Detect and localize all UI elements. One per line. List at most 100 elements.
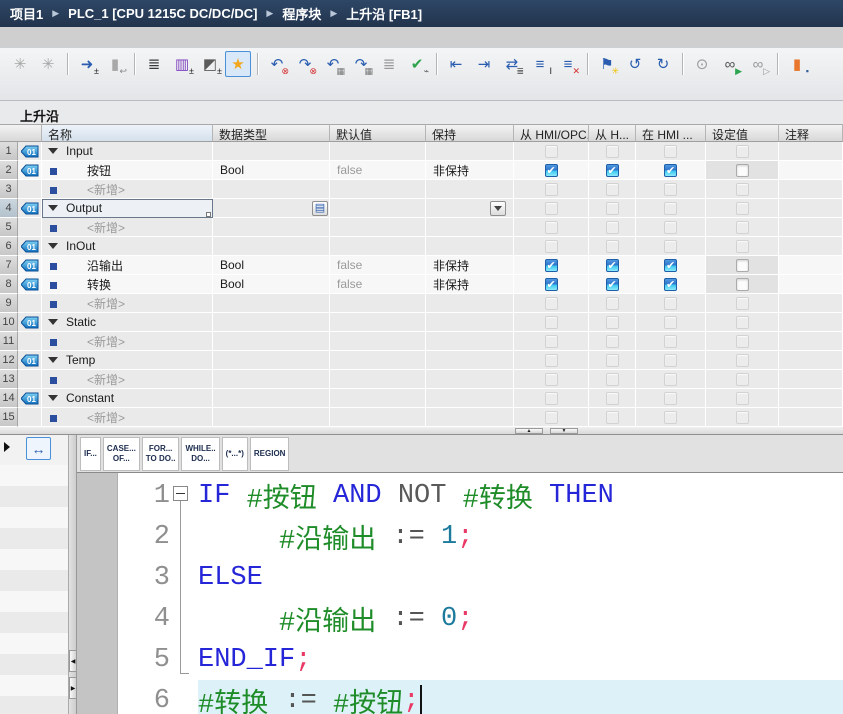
row-number[interactable]: 2 xyxy=(0,161,18,180)
name-cell[interactable]: InOut xyxy=(42,237,213,256)
add-new-placeholder[interactable]: <新增> xyxy=(87,295,125,312)
retain-cell[interactable]: 非保持 xyxy=(426,275,514,294)
code-line-6[interactable]: 6#转换 := #按钮; xyxy=(118,680,843,714)
undo-change-button[interactable]: ↶⊗ xyxy=(264,51,290,77)
retain-combo-button[interactable] xyxy=(490,201,506,216)
comment-cell[interactable] xyxy=(779,218,843,237)
default-value-cell[interactable] xyxy=(330,313,426,332)
bookmark-set-button[interactable]: ⚑✳ xyxy=(594,51,620,77)
name-cell[interactable]: 沿输出 xyxy=(42,256,213,275)
checkbox-checked[interactable] xyxy=(606,259,619,272)
redo-change-button[interactable]: ↷⊗ xyxy=(292,51,318,77)
checkbox-checked[interactable] xyxy=(664,164,677,177)
interface-table[interactable]: 101Input201按钮Boolfalse非保持3<新增>401Output▤… xyxy=(0,142,843,427)
column-header-6[interactable]: 从 H... xyxy=(589,124,636,142)
comment-cell[interactable] xyxy=(779,351,843,370)
row-number[interactable]: 10 xyxy=(0,313,18,332)
bookmark-next-button[interactable]: ↻ xyxy=(650,51,676,77)
default-value-cell[interactable] xyxy=(330,408,426,427)
checkbox-checked[interactable] xyxy=(606,164,619,177)
name-cell[interactable]: 转换 xyxy=(42,275,213,294)
code-line-1[interactable]: 1IF #按钮 AND NOT #转换 THEN xyxy=(118,475,843,516)
datatype-cell[interactable] xyxy=(213,180,330,199)
breadcrumb-item[interactable]: 项目1 xyxy=(10,4,43,23)
expand-triangle-icon[interactable] xyxy=(48,319,58,325)
checkbox-checked[interactable] xyxy=(664,259,677,272)
add-new-placeholder[interactable]: <新增> xyxy=(87,409,125,426)
code-text[interactable]: ELSE xyxy=(198,563,843,593)
add-new-placeholder[interactable]: <新增> xyxy=(87,181,125,198)
datatype-cell[interactable] xyxy=(213,294,330,313)
column-header-8[interactable]: 设定值 xyxy=(706,124,779,142)
datatype-cell[interactable] xyxy=(213,332,330,351)
comment-cell[interactable] xyxy=(779,237,843,256)
find-references-button[interactable]: ⊙ xyxy=(689,51,715,77)
comment-cell[interactable] xyxy=(779,161,843,180)
checkbox-checked[interactable] xyxy=(606,278,619,291)
name-cell[interactable]: <新增> xyxy=(42,180,213,199)
snippet-comment[interactable]: (*...*) xyxy=(222,437,248,471)
horizontal-splitter[interactable]: ▲ ▼ xyxy=(0,427,843,435)
datatype-cell[interactable] xyxy=(213,218,330,237)
code-text[interactable]: #沿输出 := 1; xyxy=(198,517,843,557)
default-value-cell[interactable] xyxy=(330,332,426,351)
datatype-cell[interactable] xyxy=(213,351,330,370)
comment-cell[interactable] xyxy=(779,275,843,294)
monitor-off-button[interactable]: ∞▷ xyxy=(745,51,771,77)
name-cell[interactable]: Static xyxy=(42,313,213,332)
tag-table-button[interactable]: ▥± xyxy=(169,51,195,77)
column-header-3[interactable]: 默认值 xyxy=(330,124,426,142)
selection-handle[interactable] xyxy=(206,212,211,217)
comment-cell[interactable] xyxy=(779,142,843,161)
default-value-cell[interactable] xyxy=(330,237,426,256)
collapse-right-button[interactable]: ▶ xyxy=(69,677,77,699)
variable-name[interactable]: 转换 xyxy=(87,276,111,293)
fold-collapse-icon[interactable] xyxy=(173,486,188,501)
default-value-cell[interactable]: false xyxy=(330,275,426,294)
checkbox-checked[interactable] xyxy=(545,278,558,291)
default-value-cell[interactable] xyxy=(330,218,426,237)
insert-network-button[interactable]: ✳ xyxy=(7,51,33,77)
snippet-for[interactable]: FOR... TO DO.. xyxy=(142,437,180,471)
clear-format-button[interactable]: ≡✕ xyxy=(555,51,581,77)
vertical-splitter[interactable]: ◀ ▶ xyxy=(68,435,77,714)
name-cell[interactable]: 按钮 xyxy=(42,161,213,180)
column-header-4[interactable]: 保持 xyxy=(426,124,514,142)
code-text[interactable]: #沿输出 := 0; xyxy=(198,599,843,639)
default-value-cell[interactable]: false xyxy=(330,161,426,180)
snippet-while[interactable]: WHILE.. DO... xyxy=(181,437,219,471)
compile-button[interactable]: ✔⌁ xyxy=(404,51,430,77)
datatype-cell[interactable]: Bool xyxy=(213,161,330,180)
name-cell[interactable]: <新增> xyxy=(42,370,213,389)
expand-triangle-icon[interactable] xyxy=(48,205,58,211)
retain-cell[interactable] xyxy=(426,313,514,332)
comment-cell[interactable] xyxy=(779,199,843,218)
default-value-cell[interactable] xyxy=(330,389,426,408)
row-number[interactable]: 8 xyxy=(0,275,18,294)
default-value-cell[interactable] xyxy=(330,294,426,313)
open-call-button[interactable]: ➜± xyxy=(74,51,100,77)
expand-triangle-icon[interactable] xyxy=(48,357,58,363)
split-editor-button[interactable]: ↔ xyxy=(26,437,51,460)
retain-cell[interactable]: 非保持 xyxy=(426,161,514,180)
collapse-left-button[interactable]: ◀ xyxy=(69,650,77,672)
code-area[interactable]: 1IF #按钮 AND NOT #转换 THEN2 #沿输出 := 1;3ELS… xyxy=(77,473,843,714)
row-number[interactable]: 14 xyxy=(0,389,18,408)
snippet-if[interactable]: IF... xyxy=(80,437,101,471)
retain-cell[interactable] xyxy=(426,199,514,218)
variable-name[interactable]: 按钮 xyxy=(87,162,111,179)
code-text[interactable]: END_IF; xyxy=(198,645,843,675)
outdent-button[interactable]: ⇤ xyxy=(443,51,469,77)
datatype-cell[interactable] xyxy=(213,408,330,427)
datatype-cell[interactable] xyxy=(213,370,330,389)
reset-start-values-button[interactable]: ≣ xyxy=(376,51,402,77)
datatype-browse-button[interactable]: ▤ xyxy=(312,201,328,216)
memory-load-button[interactable]: ▮▪ xyxy=(784,51,810,77)
retain-cell[interactable] xyxy=(426,237,514,256)
checkbox-checked[interactable] xyxy=(664,278,677,291)
retain-cell[interactable] xyxy=(426,408,514,427)
row-number[interactable]: 11 xyxy=(0,332,18,351)
snippet-case[interactable]: CASE... OF... xyxy=(103,437,140,471)
snapshot-upload-button[interactable]: ↶▦ xyxy=(320,51,346,77)
indent-button[interactable]: ⇥ xyxy=(471,51,497,77)
